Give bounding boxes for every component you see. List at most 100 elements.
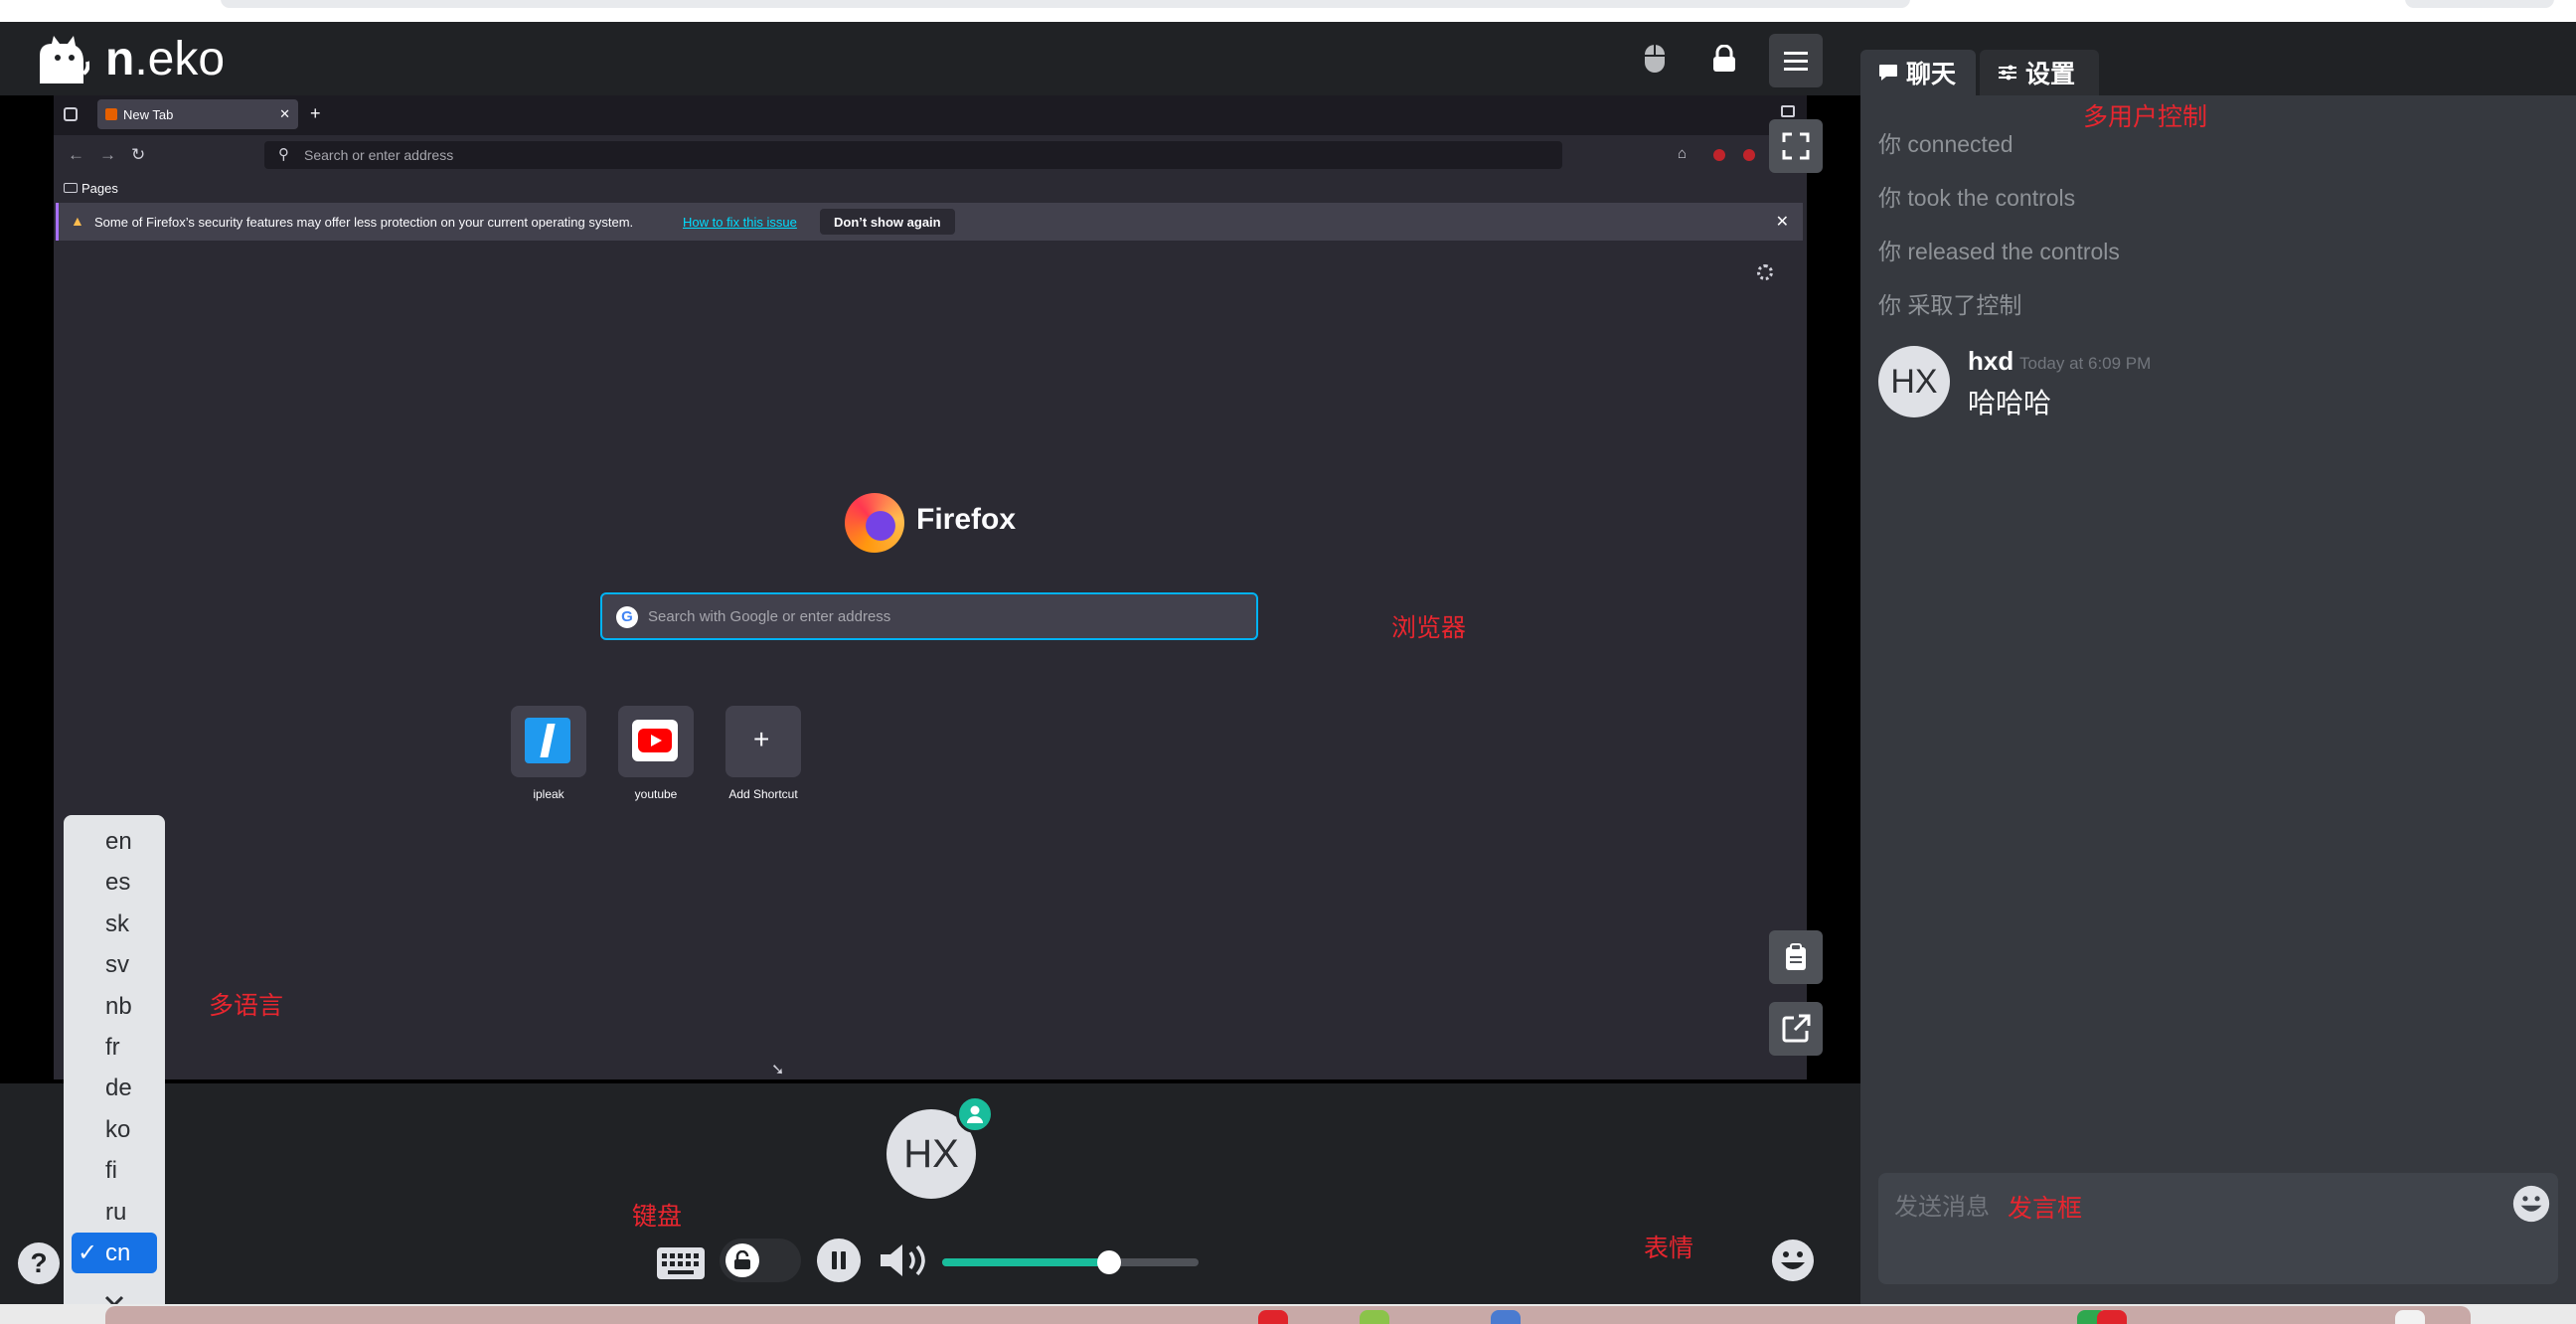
help-button[interactable]: ? [18,1242,60,1284]
browser-url-pill [221,0,1910,8]
tab-chat[interactable]: 聊天 [1860,50,1976,95]
volume-icon [881,1244,925,1276]
chat-input-placeholder: 发送消息 [1894,1194,1990,1221]
annotation-message-box: 发言框 [2008,1195,2083,1223]
language-option-es[interactable]: es [64,862,165,903]
firefox-nav-bar: ← → ↻ ⚲ Search or enter address ⌂ [54,135,1807,175]
language-option-cn-selected[interactable]: ✓ cn [72,1232,157,1274]
annotation-emoji: 表情 [1644,1235,1694,1262]
dock-app-icon[interactable] [1258,1310,1288,1324]
mouse-cursor-icon: ➘ [771,1062,785,1078]
annotation-multi-user: 多用户控制 [2083,103,2208,131]
hamburger-icon [1784,52,1808,71]
emoji-picker-icon[interactable] [2512,1185,2550,1228]
clipboard-icon [1786,943,1806,970]
sidebar-scrollbar[interactable] [2570,22,2576,95]
language-option-ru[interactable]: ru [64,1192,165,1233]
dock-app-icon[interactable] [1491,1310,1521,1324]
system-message: 你 采取了控制 [1878,292,2022,318]
language-option-de[interactable]: de [64,1068,165,1108]
mouse-control-button[interactable] [1628,32,1682,85]
language-dropdown[interactable]: en es sk sv nb fr de ko fi ru ✓ cn [64,815,165,1316]
search-icon: ⚲ [278,146,289,163]
close-tab-icon[interactable]: ✕ [279,106,290,122]
ublock-icon[interactable] [1713,149,1725,161]
firefox-tab-bar: New Tab ✕ + [54,95,1807,135]
addon-icon[interactable] [1743,149,1755,161]
tab-settings[interactable]: 设置 [1980,50,2099,95]
popout-button[interactable] [1769,1002,1823,1056]
lock-icon [1713,45,1735,72]
fullscreen-button[interactable] [1769,119,1823,173]
language-option-en[interactable]: en [64,821,165,862]
chat-sidebar: 聊天 设置 你 connected 你 took the controls 你 … [1860,22,2576,1304]
chat-message-username: hxd [1968,346,2014,376]
keyboard-button[interactable] [656,1246,706,1285]
plus-icon: + [753,724,770,754]
language-option-sv[interactable]: sv [64,944,165,985]
firefox-favicon-icon [105,108,117,120]
security-notice-bar: ▲ Some of Firefox’s security features ma… [56,203,1803,241]
menu-button[interactable] [1769,34,1823,87]
shortcut-ipleak[interactable]: ipleak [511,706,586,801]
smile-icon [1772,1240,1814,1281]
sidebar-tabs: 聊天 设置 [1860,22,2576,95]
chat-bubble-icon [1879,65,1897,81]
dock-app-icon[interactable] [2097,1310,2127,1324]
host-badge-icon [956,1095,994,1133]
tab-settings-label: 设置 [2025,61,2076,88]
add-shortcut-button[interactable]: + Add Shortcut [725,706,801,801]
browser-tab[interactable]: New Tab ✕ [97,99,298,129]
newtab-search-input[interactable]: G Search with Google or enter address [600,592,1258,640]
warning-icon: ▲ [71,213,84,229]
volume-slider-handle[interactable] [1096,1250,1121,1274]
chat-message-input[interactable]: 发送消息 [1878,1173,2558,1284]
language-option-fi[interactable]: fi [64,1150,165,1191]
forward-arrow-icon[interactable]: → [99,145,116,165]
language-option-fr[interactable]: fr [64,1027,165,1068]
dock-app-icon[interactable] [2395,1310,2425,1324]
extensions-icon[interactable]: ⌂ [1678,145,1687,162]
tab-chat-label: 聊天 [1906,61,1957,88]
window-icon[interactable] [1781,105,1795,117]
emoji-button[interactable] [1771,1239,1815,1287]
new-tab-plus-icon[interactable]: + [310,103,321,124]
unlock-icon [725,1243,759,1277]
lock-room-button[interactable] [1697,32,1751,85]
selected-language-label: cn [105,1239,131,1266]
bookmark-folder-pages[interactable]: Pages [81,181,118,196]
volume-slider-fill [942,1258,1109,1266]
address-bar-placeholder: Search or enter address [304,147,454,163]
reload-icon[interactable]: ↻ [131,145,145,165]
volume-slider[interactable] [942,1250,1199,1274]
browser-tab-title: New Tab [123,107,174,122]
annotation-multi-language: 多语言 [209,992,284,1020]
back-arrow-icon[interactable]: ← [68,145,84,165]
shortcut-youtube[interactable]: youtube [618,706,694,801]
language-option-sk[interactable]: sk [64,904,165,944]
sliders-icon [1999,65,2016,81]
notice-link[interactable]: How to fix this issue [683,215,797,230]
remote-browser-screen[interactable]: New Tab ✕ + ← → ↻ ⚲ Search or enter addr… [54,95,1807,1079]
language-option-ko[interactable]: ko [64,1109,165,1150]
volume-button[interactable] [879,1241,934,1285]
clipboard-button[interactable] [1769,930,1823,984]
close-notice-icon[interactable]: ✕ [1776,212,1789,232]
firefox-logo-icon [845,493,904,553]
lock-control-toggle[interactable] [720,1239,801,1282]
dont-show-again-button[interactable]: Don’t show again [820,209,955,235]
system-message: 你 took the controls [1878,185,2076,211]
address-bar[interactable]: ⚲ Search or enter address [264,141,1562,169]
os-top-bar [0,0,2576,22]
pause-button[interactable] [817,1239,861,1282]
chat-message-text: 哈哈哈 [1968,388,2052,418]
language-option-nb[interactable]: nb [64,986,165,1027]
tab-list-icon[interactable] [64,107,78,121]
system-message: 你 connected [1878,131,2013,157]
controls-bar: HX ? [0,1083,1860,1304]
dock-app-icon[interactable] [1360,1310,1389,1324]
external-link-icon [1782,1014,1811,1043]
settings-gear-icon[interactable] [1757,264,1773,280]
folder-icon [64,183,78,193]
shortcut-label: youtube [634,787,678,801]
